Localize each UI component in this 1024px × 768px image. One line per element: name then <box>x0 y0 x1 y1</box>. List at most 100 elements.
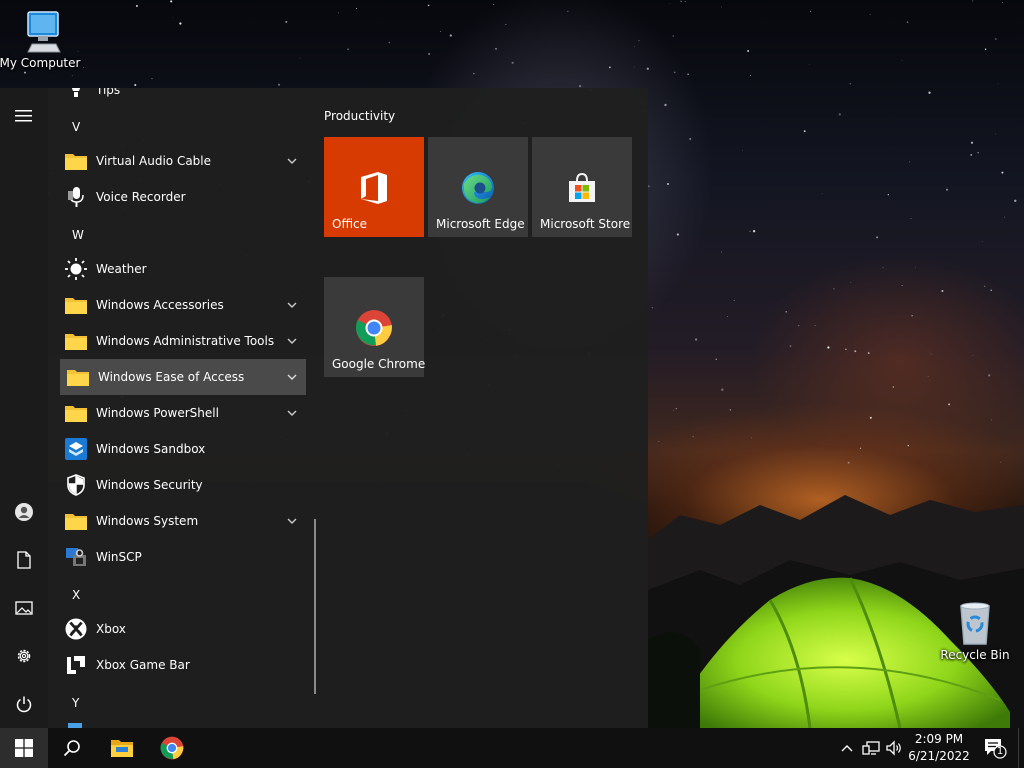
folder-icon <box>64 401 88 425</box>
desktop-icon-recycle-bin[interactable]: Recycle Bin <box>935 600 1015 662</box>
letter-label: W <box>72 228 84 242</box>
letter-label: Y <box>72 696 80 710</box>
app-item-windows-sandbox[interactable]: Windows Sandbox <box>60 431 306 467</box>
app-item-xbox-game-bar[interactable]: Xbox Game Bar <box>60 647 306 683</box>
letter-header-x[interactable]: X <box>60 577 100 613</box>
tile-label: Microsoft Store <box>540 217 631 231</box>
tile-group-title[interactable]: Productivity <box>324 109 395 123</box>
network-button[interactable] <box>861 738 881 758</box>
settings-button[interactable] <box>0 636 48 676</box>
app-item-label: WinSCP <box>96 550 142 564</box>
app-item-weather[interactable]: Weather <box>60 251 306 287</box>
search-button[interactable] <box>48 728 96 768</box>
sun-icon <box>64 257 88 281</box>
shield-icon <box>64 473 88 497</box>
letter-header-y[interactable]: Y <box>60 685 100 721</box>
folder-item-windows-system[interactable]: Windows System <box>60 503 306 539</box>
app-item-label: Xbox <box>96 622 126 636</box>
folder-icon <box>64 509 88 533</box>
chevron-down-icon <box>287 338 297 344</box>
app-item-winscp[interactable]: WinSCP <box>60 539 306 575</box>
clock-date: 6/21/2022 <box>908 749 970 763</box>
desktop-icon-label: Recycle Bin <box>940 648 1010 662</box>
computer-icon <box>27 11 61 53</box>
start-button[interactable] <box>0 728 48 768</box>
app-item-label: Windows Administrative Tools <box>96 334 275 348</box>
chrome-icon <box>160 736 184 760</box>
search-icon <box>63 740 80 757</box>
expand-menu-button[interactable] <box>0 96 48 136</box>
volume-icon <box>886 740 901 756</box>
user-account-button[interactable] <box>0 492 48 532</box>
app-item-voice-recorder[interactable]: Voice Recorder <box>60 179 306 215</box>
xbox-game-bar-icon <box>64 653 88 677</box>
letter-label: X <box>72 588 81 602</box>
documents-button[interactable] <box>0 540 48 580</box>
tile-label: Microsoft Edge <box>436 217 525 231</box>
action-center-button[interactable]: 1 <box>982 738 1008 759</box>
tile-microsoft-store[interactable]: Microsoft Store <box>532 137 632 237</box>
windows-start-icon <box>15 739 33 757</box>
folder-item-windows-accessories[interactable]: Windows Accessories <box>60 287 306 323</box>
chevron-up-icon <box>841 745 853 752</box>
tile-google-chrome[interactable]: Google Chrome <box>324 277 425 377</box>
letter-header-w[interactable]: W <box>60 217 100 253</box>
pictures-button[interactable] <box>0 588 48 628</box>
chevron-down-icon <box>287 518 297 524</box>
menu-icon <box>15 110 32 122</box>
store-icon <box>562 168 602 208</box>
start-menu-rail <box>0 88 48 728</box>
tile-label: Office <box>332 217 368 231</box>
tile-microsoft-edge[interactable]: Microsoft Edge <box>428 137 528 237</box>
app-item-xbox[interactable]: Xbox <box>60 611 306 647</box>
network-icon <box>862 741 880 755</box>
show-hidden-icons-button[interactable] <box>837 738 857 758</box>
desktop-icon-my-computer[interactable]: My Computer <box>0 8 80 70</box>
clock-time: 2:09 PM <box>914 732 964 746</box>
app-item-label: Windows PowerShell <box>96 406 219 420</box>
notification-count: 1 <box>996 746 1004 757</box>
folder-item-windows-powershell[interactable]: Windows PowerShell <box>60 395 306 431</box>
app-item-label: Virtual Audio Cable <box>96 154 212 168</box>
power-icon <box>16 696 32 713</box>
user-icon <box>15 503 33 521</box>
app-item-label: Windows Sandbox <box>96 442 206 456</box>
app-item-windows-security[interactable]: Windows Security <box>60 467 306 503</box>
folder-item-windows-ease-of-access[interactable]: Windows Ease of Access <box>60 359 306 395</box>
chrome-taskbar-button[interactable] <box>148 728 196 768</box>
app-item-label: Voice Recorder <box>96 190 186 204</box>
folder-item-virtual-audio-cable[interactable]: Virtual Audio Cable <box>60 143 306 179</box>
app-item-label: Weather <box>96 262 147 276</box>
app-item-label: Xbox Game Bar <box>96 658 190 672</box>
app-item-tips[interactable]: Tips <box>60 88 306 108</box>
file-explorer-button[interactable] <box>98 728 146 768</box>
app-item-label: Windows Security <box>96 478 203 492</box>
pictures-icon <box>15 601 33 615</box>
desktop-icon-label: My Computer <box>0 56 81 70</box>
letter-header-v[interactable]: V <box>60 109 100 145</box>
folder-icon <box>66 365 90 389</box>
chevron-down-icon <box>287 158 297 164</box>
power-button[interactable] <box>0 684 48 724</box>
recycle-bin-icon <box>960 602 990 645</box>
microphone-icon <box>64 185 88 209</box>
chrome-icon <box>354 308 394 348</box>
folder-icon <box>64 149 88 173</box>
office-icon <box>354 168 394 208</box>
chevron-down-icon <box>287 410 297 416</box>
app-item-label: Windows System <box>96 514 199 528</box>
documents-icon <box>17 551 31 569</box>
sandbox-icon <box>64 437 88 461</box>
tile-office[interactable]: Office <box>324 137 424 237</box>
chevron-down-icon <box>287 302 297 308</box>
letter-label: V <box>72 120 81 134</box>
volume-button[interactable] <box>884 738 904 758</box>
taskbar-clock[interactable]: 2:09 PM 6/21/2022 <box>908 731 970 765</box>
taskbar: 2:09 PM 6/21/2022 1 <box>0 728 1024 768</box>
file-explorer-icon <box>111 740 133 757</box>
show-desktop-button[interactable] <box>1018 728 1024 768</box>
folder-item-windows-administrative-tools[interactable]: Windows Administrative Tools <box>60 323 306 359</box>
winscp-icon <box>64 545 88 569</box>
xbox-icon <box>64 617 88 641</box>
app-list-scrollbar[interactable] <box>314 519 316 694</box>
